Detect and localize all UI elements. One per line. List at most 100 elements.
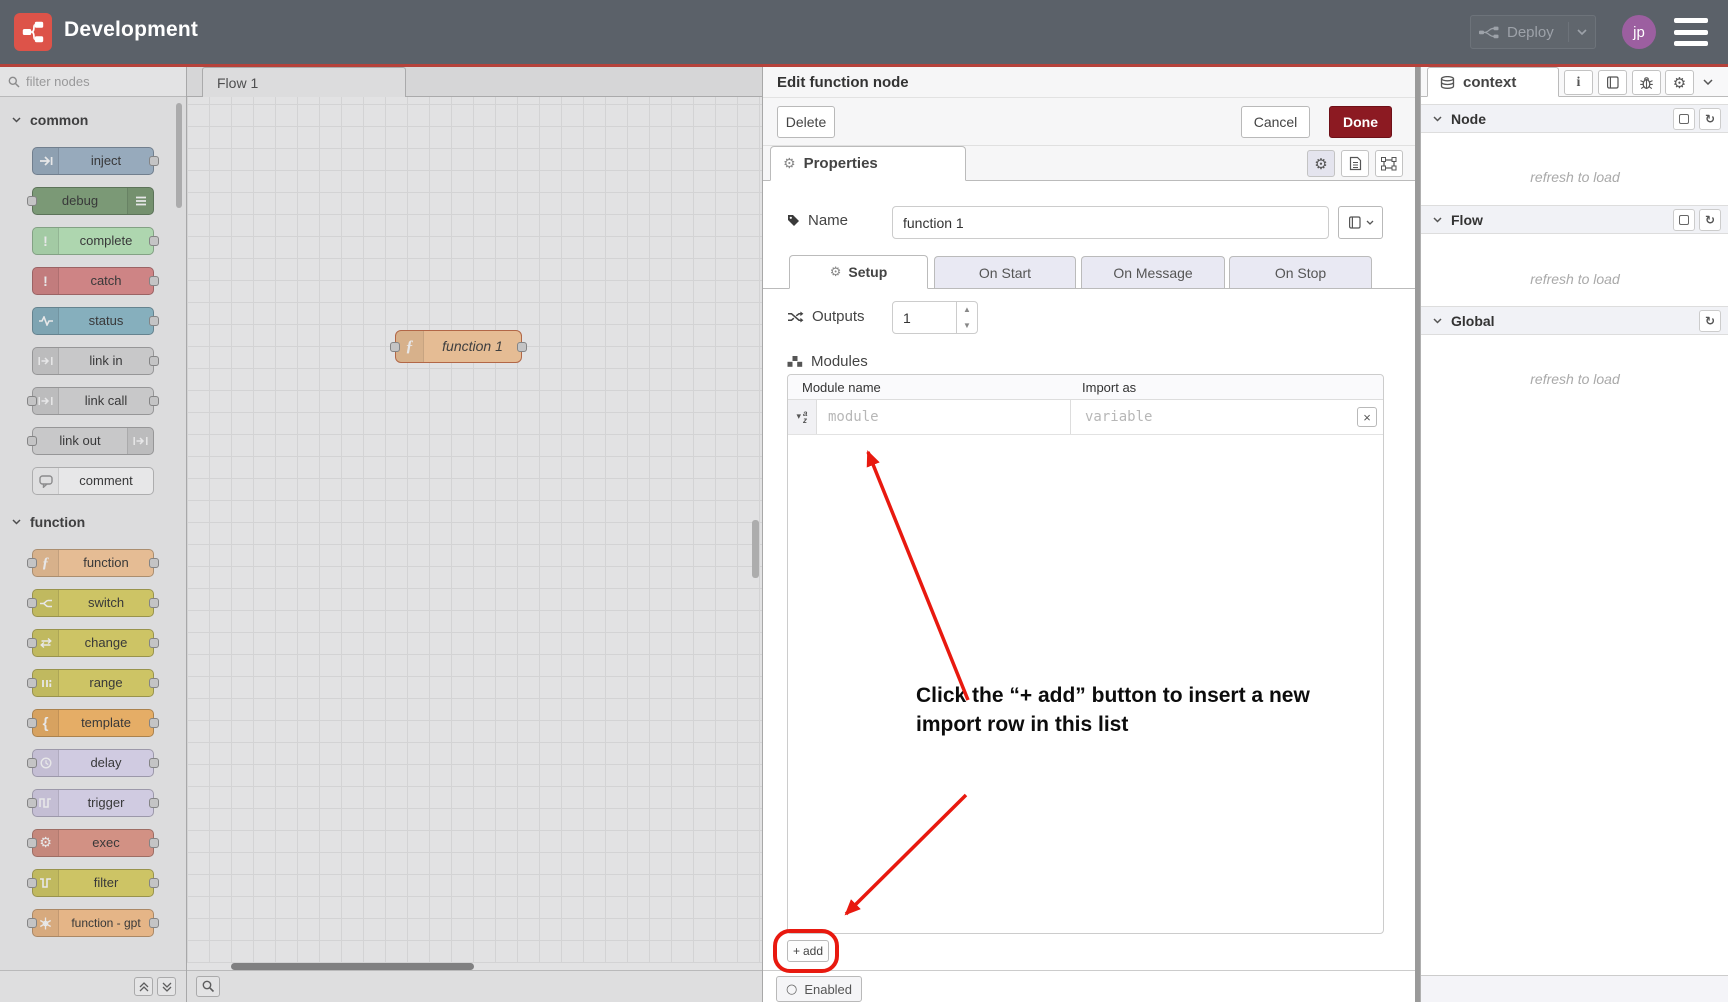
app-header: Development Deploy jp <box>0 0 1728 64</box>
palette-node-exec[interactable]: ⚙ exec <box>32 829 154 857</box>
output-port <box>149 356 159 366</box>
tab-setup[interactable]: ⚙ Setup <box>789 255 928 289</box>
name-field[interactable] <box>892 206 1329 239</box>
sidebar-settings-button[interactable]: ⚙ <box>1665 70 1694 95</box>
output-port <box>149 758 159 768</box>
panel-splitter-handle[interactable] <box>752 520 759 578</box>
modules-label: Modules <box>787 353 868 370</box>
refresh-button[interactable]: ↻ <box>1699 310 1721 332</box>
watch-button[interactable] <box>1673 108 1695 130</box>
palette-node-inject[interactable]: inject <box>32 147 154 175</box>
node-red-logo-icon <box>14 13 52 51</box>
add-import-row-button[interactable]: + add <box>787 940 829 962</box>
expand-all-button[interactable] <box>157 977 176 996</box>
palette-node-function[interactable]: ƒ function <box>32 549 154 577</box>
context-section-node[interactable]: Node ↻ <box>1421 104 1728 133</box>
expand-selection-button[interactable] <box>1375 150 1403 177</box>
palette-node-link-in[interactable]: link in <box>32 347 154 375</box>
palette-node-catch[interactable]: ! catch <box>32 267 154 295</box>
delete-button[interactable]: Delete <box>777 106 835 138</box>
deploy-dropdown-caret[interactable] <box>1568 22 1587 42</box>
spinner-up-icon[interactable]: ▲ <box>957 302 977 318</box>
palette-node-delay[interactable]: delay <box>32 749 154 777</box>
tab-on-stop[interactable]: On Stop <box>1229 256 1372 289</box>
input-port[interactable] <box>390 342 400 352</box>
flow-context-empty: refresh to load <box>1421 271 1728 287</box>
tab-context[interactable]: context <box>1427 67 1559 97</box>
palette-node-comment[interactable]: comment <box>32 467 154 495</box>
chevron-down-icon <box>12 117 21 123</box>
context-section-global[interactable]: Global ↻ <box>1421 306 1728 335</box>
modules-table: Module name Import as ▾ az × <box>787 374 1384 934</box>
tab-on-start[interactable]: On Start <box>934 256 1076 289</box>
help-button[interactable] <box>1598 70 1627 95</box>
debug-button[interactable] <box>1632 70 1661 95</box>
settings-gear-button[interactable]: ⚙ <box>1307 150 1335 177</box>
cancel-button[interactable]: Cancel <box>1241 106 1310 138</box>
tab-properties[interactable]: ⚙ Properties <box>770 146 966 181</box>
deploy-button[interactable]: Deploy <box>1470 15 1596 49</box>
edit-function-node-panel: Edit function node Delete Cancel Done ⚙ … <box>762 67 1414 1002</box>
info-button[interactable]: i <box>1564 70 1593 95</box>
document-icon <box>1349 156 1362 171</box>
node-enabled-toggle[interactable]: ○ Enabled <box>776 976 862 1002</box>
palette-section-common[interactable]: common <box>0 105 186 135</box>
close-icon: × <box>1363 410 1371 425</box>
output-port <box>149 236 159 246</box>
tab-on-message[interactable]: On Message <box>1081 256 1225 289</box>
outputs-input[interactable] <box>893 302 956 333</box>
palette-node-trigger[interactable]: trigger <box>32 789 154 817</box>
header-accent-line <box>0 64 1728 67</box>
output-port <box>149 918 159 928</box>
edit-panel-form: Name ⚙ Setup On Start On Message On Stop… <box>763 181 1415 1002</box>
flow-canvas[interactable]: Flow 1 ƒ function 1 <box>187 67 763 1002</box>
main-menu-button[interactable] <box>1674 18 1708 46</box>
output-port <box>149 798 159 808</box>
context-section-flow[interactable]: Flow ↻ <box>1421 205 1728 234</box>
spinner-down-icon[interactable]: ▼ <box>957 318 977 334</box>
workspace-tabbar: Flow 1 <box>187 67 763 97</box>
watch-button[interactable] <box>1673 209 1695 231</box>
canvas-horizontal-scrollbar[interactable] <box>231 963 474 970</box>
palette-node-complete[interactable]: ! complete <box>32 227 154 255</box>
canvas-grid[interactable]: ƒ function 1 <box>187 97 763 963</box>
module-name-input[interactable] <box>818 400 1071 434</box>
palette-node-status[interactable]: status <box>32 307 154 335</box>
refresh-icon: ↻ <box>1705 314 1715 328</box>
done-button[interactable]: Done <box>1329 106 1392 138</box>
palette-node-debug[interactable]: debug <box>32 187 154 215</box>
function-editor-tabs: ⚙ Setup On Start On Message On Stop <box>763 255 1415 289</box>
sidebar-more-caret[interactable] <box>1703 79 1713 85</box>
palette-scrollbar[interactable] <box>176 103 182 208</box>
palette-node-range[interactable]: range <box>32 669 154 697</box>
palette-node-change[interactable]: change <box>32 629 154 657</box>
remove-row-button[interactable]: × <box>1357 407 1377 427</box>
palette-filter-input[interactable] <box>26 74 166 89</box>
output-port <box>149 558 159 568</box>
palette-node-template[interactable]: { template <box>32 709 154 737</box>
refresh-button[interactable]: ↻ <box>1699 108 1721 130</box>
docs-button[interactable] <box>1341 150 1369 177</box>
user-avatar[interactable]: jp <box>1622 15 1656 49</box>
chevron-down-icon <box>1433 318 1442 324</box>
gear-icon: ⚙ <box>783 156 796 172</box>
palette-section-function[interactable]: function <box>0 507 186 537</box>
tab-flow-1[interactable]: Flow 1 <box>202 67 406 97</box>
row-drag-handle[interactable]: ▾ az <box>788 400 817 434</box>
palette-node-link-call[interactable]: link call <box>32 387 154 415</box>
canvas-search-icon[interactable] <box>196 976 220 997</box>
input-port <box>27 878 37 888</box>
palette-node-link-out[interactable]: link out <box>32 427 154 455</box>
output-port[interactable] <box>517 342 527 352</box>
function-f-icon: ƒ <box>396 331 424 362</box>
palette-node-switch[interactable]: switch <box>32 589 154 617</box>
palette-filter[interactable] <box>0 67 186 97</box>
palette-node-function-gpt[interactable]: function - gpt <box>32 909 154 937</box>
label-style-button[interactable] <box>1338 206 1383 239</box>
refresh-button[interactable]: ↻ <box>1699 209 1721 231</box>
import-as-input[interactable] <box>1075 400 1333 434</box>
input-port <box>27 396 37 406</box>
canvas-node-function-1[interactable]: ƒ function 1 <box>395 330 522 363</box>
palette-node-filter[interactable]: filter <box>32 869 154 897</box>
collapse-all-button[interactable] <box>134 977 153 996</box>
